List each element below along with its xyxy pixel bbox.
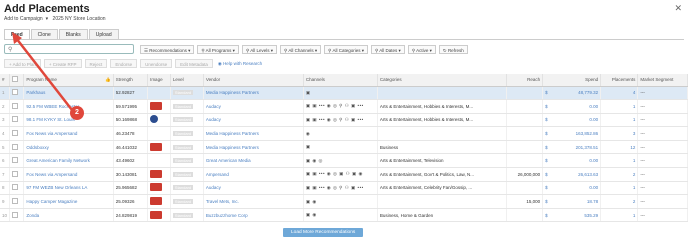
annotation-badge: 2 [70,106,84,120]
annotation-arrow [12,32,73,111]
